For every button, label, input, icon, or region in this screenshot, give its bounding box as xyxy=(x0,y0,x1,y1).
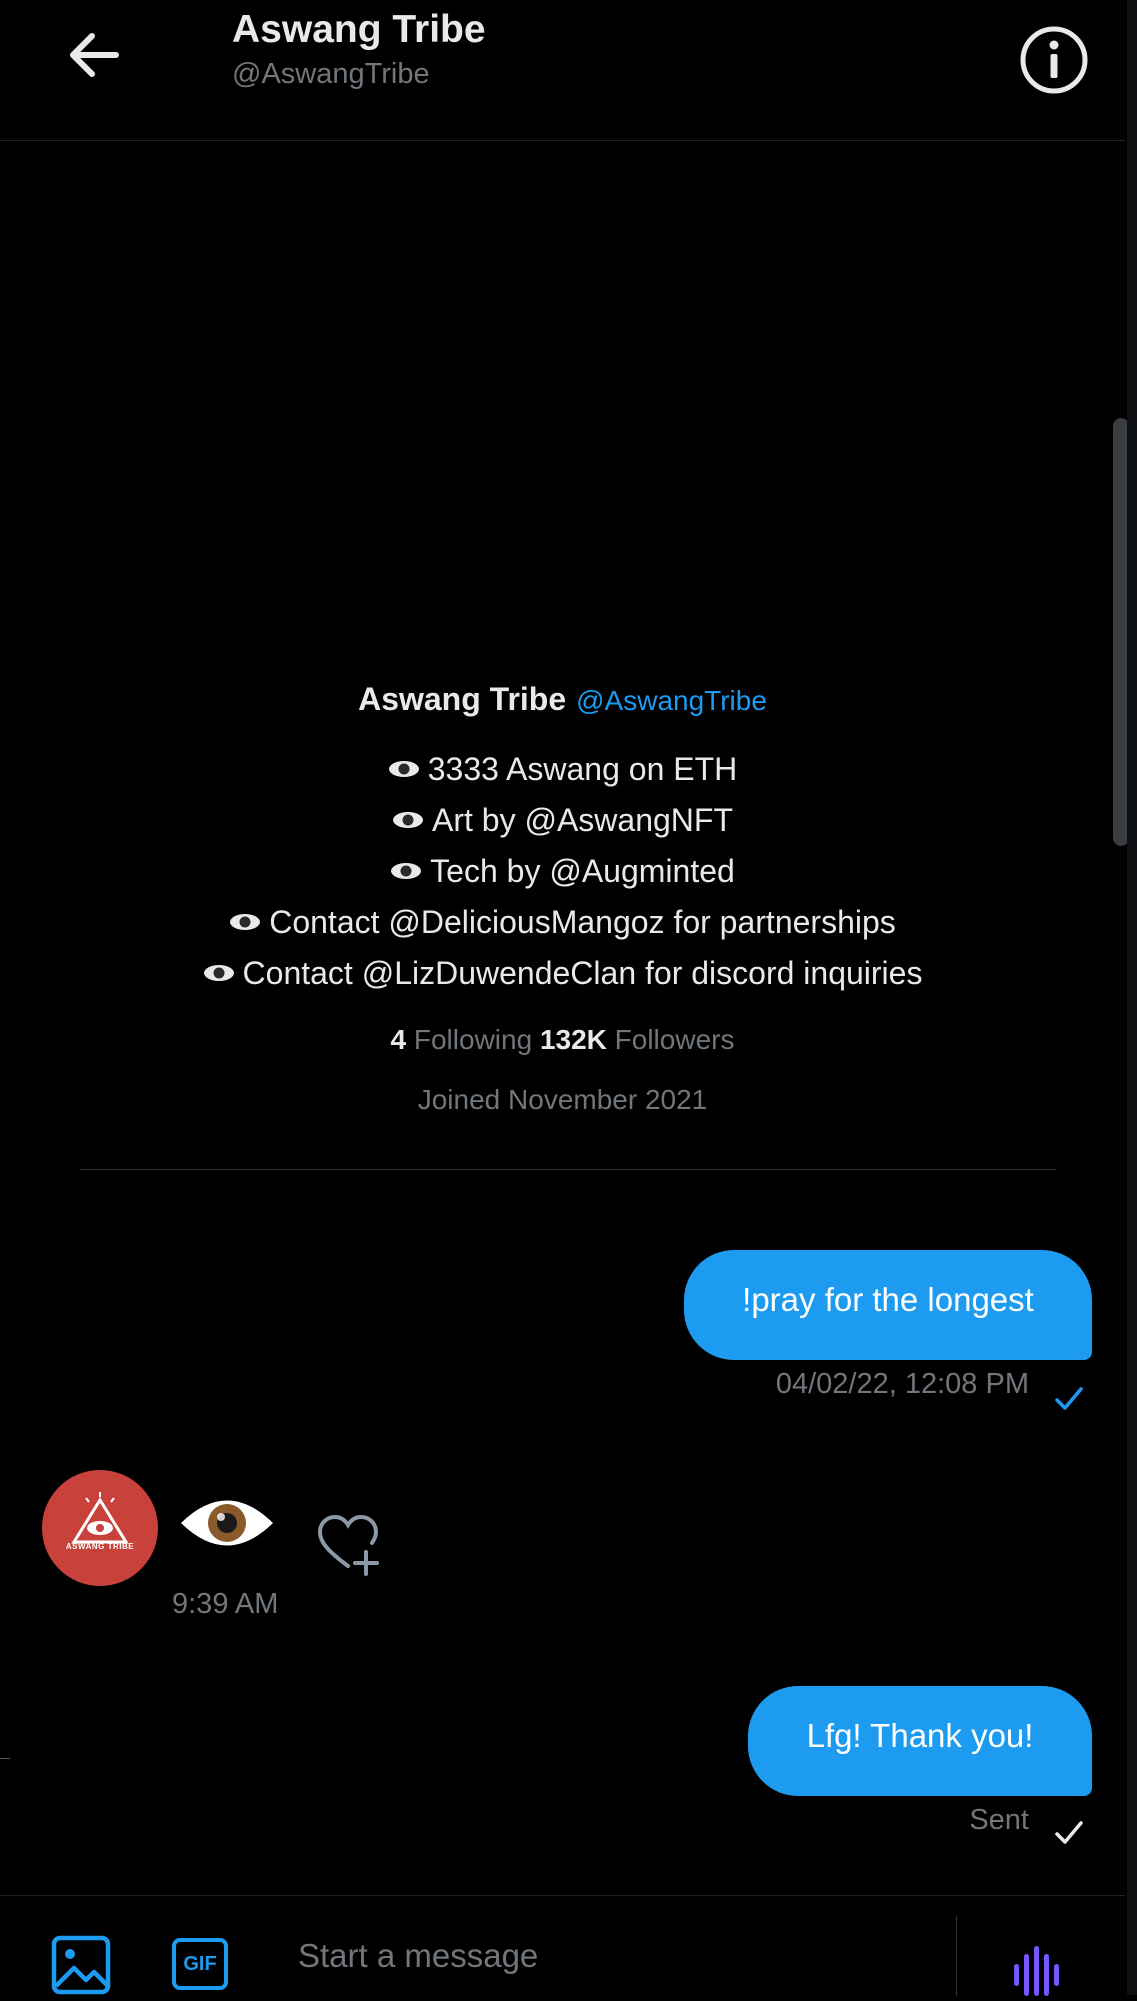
message-status: Sent xyxy=(969,1804,1029,1836)
profile-name[interactable]: Aswang Tribe xyxy=(358,681,566,717)
media-button[interactable] xyxy=(50,1934,112,1996)
bio-line: Contact @LizDuwendeClan for discord inqu… xyxy=(0,948,1125,999)
gif-button[interactable]: GIF xyxy=(172,1938,228,1990)
avatar[interactable]: ASWANG TRIBE xyxy=(42,1470,158,1586)
followers-link[interactable]: 132K Followers xyxy=(540,1024,735,1055)
bio-line: Art by @AswangNFT xyxy=(0,795,1125,846)
image-icon xyxy=(51,1935,111,1995)
bio-line: 3333 Aswang on ETH xyxy=(0,744,1125,795)
joined-date: Joined November 2021 xyxy=(417,1084,708,1115)
profile-stats: 4 Following 132K Followers xyxy=(0,1015,1125,1065)
eye-icon xyxy=(230,913,261,930)
arrow-left-icon xyxy=(70,33,119,77)
conversation-header: Aswang Tribe @AswangTribe xyxy=(0,0,1125,141)
read-check-icon xyxy=(1055,1387,1083,1410)
back-button[interactable] xyxy=(60,20,130,90)
eye-icon xyxy=(391,862,422,879)
heart-plus-icon xyxy=(317,1514,379,1576)
profile-card: Aswang Tribe @AswangTribe 3333 Aswang on … xyxy=(0,672,1125,1125)
conversation-handle: @AswangTribe xyxy=(232,58,430,90)
profile-handle[interactable]: @AswangTribe xyxy=(576,685,767,716)
window-edge xyxy=(1127,0,1137,1995)
eye-emoji-icon xyxy=(181,1500,273,1546)
eye-icon xyxy=(393,811,423,828)
voice-message-button[interactable] xyxy=(1012,1946,1062,1996)
info-icon xyxy=(1020,26,1088,94)
edge-mark xyxy=(0,1758,10,1759)
bio-line: Contact @DeliciousMangoz for partnership… xyxy=(0,897,1125,948)
bio-line: Tech by @Augminted xyxy=(0,846,1125,897)
divider xyxy=(80,1169,1056,1170)
following-link[interactable]: 4 Following xyxy=(391,1024,533,1055)
audio-waveform-icon xyxy=(1014,1946,1059,1996)
conversation-title: Aswang Tribe xyxy=(232,8,486,51)
message-timestamp: 04/02/22, 12:08 PM xyxy=(775,1368,1029,1400)
add-reaction-button[interactable] xyxy=(312,1508,384,1580)
eye-icon xyxy=(388,760,419,777)
illuminati-eye-logo xyxy=(71,1492,129,1544)
composer-separator xyxy=(956,1916,957,1996)
sent-message-bubble[interactable]: Lfg! Thank you! xyxy=(748,1686,1092,1796)
info-button[interactable] xyxy=(1018,24,1090,96)
profile-name-line: Aswang Tribe @AswangTribe xyxy=(0,672,1125,728)
sent-check-icon xyxy=(1055,1821,1083,1844)
profile-bio: 3333 Aswang on ETH Art by @AswangNFT Tec… xyxy=(0,744,1125,999)
avatar-label: ASWANG TRIBE xyxy=(65,1542,135,1551)
sent-message-bubble[interactable]: !pray for the longest xyxy=(684,1250,1092,1360)
eye-icon xyxy=(203,964,234,981)
message-composer: GIF xyxy=(0,1895,1125,1996)
message-timestamp: 9:39 AM xyxy=(172,1588,279,1620)
message-input[interactable] xyxy=(298,1926,938,1986)
